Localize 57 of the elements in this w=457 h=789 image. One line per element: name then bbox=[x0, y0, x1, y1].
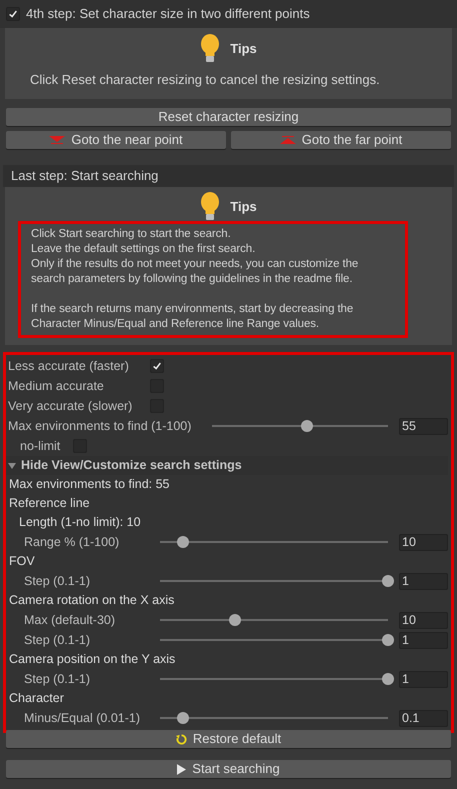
checkbox[interactable] bbox=[6, 7, 20, 21]
reset-button[interactable]: Reset character resizing bbox=[6, 108, 451, 126]
arrow-icon bbox=[280, 136, 296, 144]
value-field[interactable]: 0.1 bbox=[399, 710, 448, 726]
info-text: Max environments to find: 55 bbox=[9, 476, 170, 494]
info-text: Length (1-no limit): 10 bbox=[19, 514, 142, 532]
checkbox[interactable] bbox=[150, 359, 164, 373]
tips-text: If the search returns many environments, start by decreasing the Character Minus/Equal and Reference line Range values. bbox=[31, 302, 354, 332]
tips-title: Tips bbox=[230, 40, 257, 58]
triangle-icon bbox=[8, 462, 16, 470]
step-title: 4th step: Set character size in two different points bbox=[26, 5, 310, 24]
slider-thumb[interactable] bbox=[382, 575, 394, 587]
slider-thumb[interactable] bbox=[176, 712, 189, 724]
value-field[interactable]: 1 bbox=[399, 572, 448, 590]
slider-label: Step (0.1-1) bbox=[24, 670, 92, 688]
tips-text: Only if the results do not meet your needs, you can customize the search parameters by following the guidelines in the readme file. bbox=[31, 257, 360, 287]
slider-label: Minus/Equal (0.01-1) bbox=[24, 710, 142, 727]
slider-label: Max environments to find (1-100) bbox=[8, 418, 192, 435]
tips-text: Leave the default settings on the first search. bbox=[31, 242, 256, 257]
section-title: Last step: Start searching bbox=[3, 165, 454, 187]
start-button[interactable]: Start searching bbox=[6, 760, 451, 778]
tips-text: Click Reset character resizing to cancel the resizing settings. bbox=[29, 71, 381, 89]
group-heading: Camera position on the Y axis bbox=[9, 651, 176, 668]
tips-text: Click Start searching to start the search. bbox=[31, 227, 232, 242]
restore-button[interactable]: Restore default bbox=[6, 730, 451, 748]
checkbox-label: Very accurate (slower) bbox=[8, 398, 134, 415]
lightbulb-icon bbox=[200, 192, 220, 222]
goto-button[interactable]: Goto the far point bbox=[231, 131, 451, 149]
slider-thumb[interactable] bbox=[382, 673, 394, 685]
slider-thumb[interactable] bbox=[301, 420, 314, 432]
slider-label: Step (0.1-1) bbox=[24, 572, 92, 590]
value-field[interactable]: 1 bbox=[399, 632, 448, 648]
check-icon bbox=[8, 9, 18, 19]
checkbox-label: Less accurate (faster) bbox=[8, 358, 130, 375]
slider-label: Max (default-30) bbox=[24, 612, 116, 629]
refresh-icon bbox=[176, 734, 187, 744]
group-heading: Reference line bbox=[9, 495, 91, 512]
check-icon bbox=[152, 361, 162, 371]
checkbox-label: Medium accurate bbox=[8, 378, 105, 395]
group-heading: Character bbox=[9, 690, 65, 708]
slider-thumb[interactable] bbox=[382, 634, 394, 646]
value-field[interactable]: 55 bbox=[399, 418, 448, 434]
slider-thumb[interactable] bbox=[176, 536, 189, 548]
group-heading: Camera rotation on the X axis bbox=[9, 592, 176, 610]
slider-label: Range % (1-100) bbox=[24, 534, 120, 551]
goto-button[interactable]: Goto the near point bbox=[6, 131, 226, 149]
group-heading: FOV bbox=[9, 553, 36, 570]
value-field[interactable]: 10 bbox=[399, 612, 448, 628]
slider-label: Step (0.1-1) bbox=[24, 632, 92, 649]
value-field[interactable]: 10 bbox=[399, 534, 448, 550]
slider-thumb[interactable] bbox=[229, 614, 242, 626]
play-icon bbox=[177, 764, 186, 774]
arrow-icon bbox=[49, 136, 66, 144]
lightbulb-icon bbox=[200, 34, 220, 64]
value-field[interactable]: 1 bbox=[399, 670, 448, 688]
tips-title: Tips bbox=[230, 198, 257, 216]
checkbox-label: no-limit bbox=[20, 438, 62, 455]
